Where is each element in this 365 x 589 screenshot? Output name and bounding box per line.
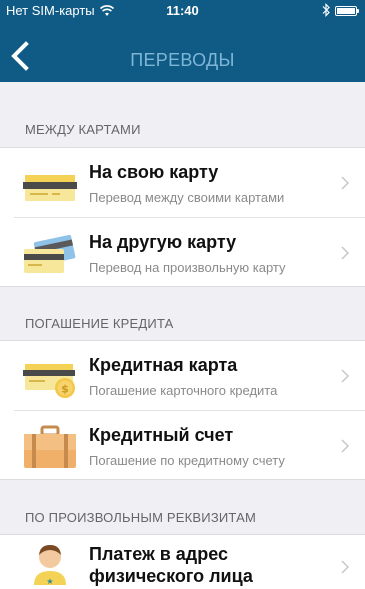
svg-text:$: $ xyxy=(61,383,69,396)
header: Нет SIM-карты 11:40 ПЕРЕВОДЫ xyxy=(0,0,365,82)
cards-icon xyxy=(24,234,76,273)
group-credit-repayment: $ Кредитная карта Погашение карточного к… xyxy=(0,340,365,480)
chevron-right-icon xyxy=(341,246,350,260)
section-label-between-cards: МЕЖДУ КАРТАМИ xyxy=(25,122,141,137)
item-subtitle: Перевод на произвольную карту xyxy=(89,260,286,275)
group-arbitrary-details: ★ Платеж в адрес физического лица xyxy=(0,534,365,589)
section-label-arbitrary-details: ПО ПРОИЗВОЛЬНЫМ РЕКВИЗИТАМ xyxy=(25,510,257,525)
bluetooth-icon xyxy=(322,3,330,17)
item-subtitle: Погашение по кредитному счету xyxy=(89,453,285,468)
chevron-right-icon xyxy=(341,369,350,383)
briefcase-icon xyxy=(24,425,76,468)
list-item-other-card[interactable]: На другую карту Перевод на произвольную … xyxy=(14,217,365,286)
chevron-right-icon xyxy=(341,439,350,453)
item-title: Платеж в адрес физического лица xyxy=(89,544,253,586)
group-between-cards: На свою карту Перевод между своими карта… xyxy=(0,147,365,287)
item-subtitle: Погашение карточного кредита xyxy=(89,383,278,398)
list-item-individual-payment[interactable]: ★ Платеж в адрес физического лица xyxy=(0,535,365,589)
item-title: Кредитная карта xyxy=(89,355,238,375)
list-item-credit-card[interactable]: $ Кредитная карта Погашение карточного к… xyxy=(0,341,365,410)
list-item-credit-account[interactable]: Кредитный счет Погашение по кредитному с… xyxy=(14,410,365,479)
clock: 11:40 xyxy=(166,3,199,18)
card-coin-icon: $ xyxy=(23,364,75,398)
chevron-right-icon xyxy=(341,176,350,190)
battery-icon xyxy=(335,6,359,16)
card-icon xyxy=(23,175,77,201)
item-title: На свою карту xyxy=(89,162,219,182)
person-icon: ★ xyxy=(34,545,66,585)
svg-text:★: ★ xyxy=(46,577,53,585)
chevron-right-icon xyxy=(341,560,350,574)
status-bar: Нет SIM-карты 11:40 xyxy=(0,0,365,20)
page-title: ПЕРЕВОДЫ xyxy=(130,50,235,70)
item-title: На другую карту xyxy=(89,232,237,252)
list-item-own-card[interactable]: На свою карту Перевод между своими карта… xyxy=(0,148,365,217)
item-title: Кредитный счет xyxy=(89,425,234,445)
item-subtitle: Перевод между своими картами xyxy=(89,190,285,205)
section-label-credit-repayment: ПОГАШЕНИЕ КРЕДИТА xyxy=(25,316,174,331)
